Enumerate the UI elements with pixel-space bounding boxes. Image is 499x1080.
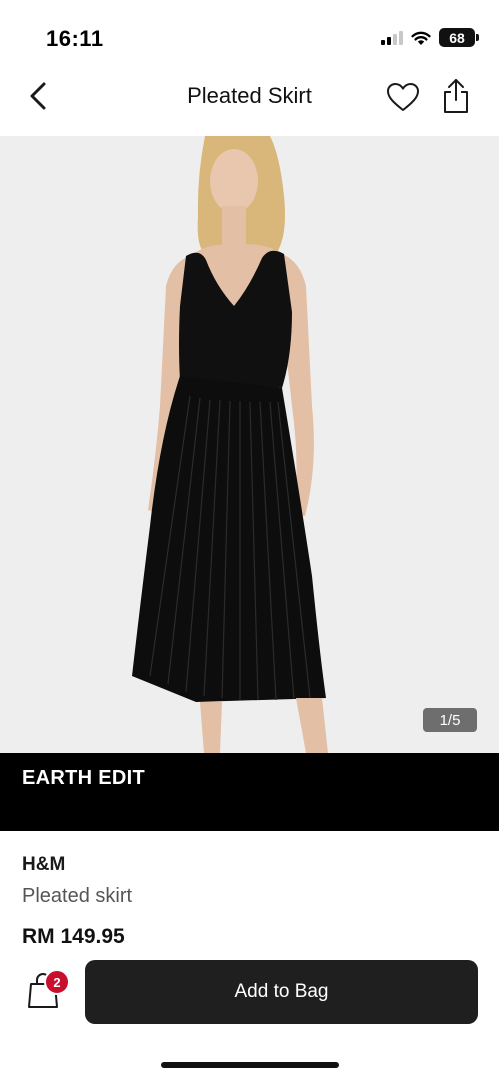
status-time: 16:11 <box>46 26 104 51</box>
heart-icon <box>387 83 419 111</box>
signal-icon <box>381 30 403 45</box>
status-bar: 16:11 68 <box>0 0 499 66</box>
add-to-bag-button[interactable]: Add to Bag <box>85 960 478 1024</box>
image-page-indicator: 1/5 <box>423 708 477 732</box>
wifi-icon <box>411 31 431 45</box>
product-brand: H&M <box>22 854 66 875</box>
home-indicator[interactable] <box>161 1062 339 1068</box>
status-icons: 68 <box>381 28 479 47</box>
bag-count-badge: 2 <box>44 969 70 995</box>
wishlist-button[interactable] <box>384 78 422 116</box>
share-icon <box>444 79 468 113</box>
product-image-gallery[interactable]: 1/5 <box>0 136 499 753</box>
nav-bar: Pleated Skirt <box>0 66 499 136</box>
product-photo <box>132 136 328 753</box>
product-price: RM 149.95 <box>22 925 125 948</box>
battery-icon: 68 <box>439 28 479 47</box>
product-detail-screen: 16:11 68 Pleated Skirt 1/5 EARTH EDIT H&… <box>0 0 499 1080</box>
collection-banner[interactable]: EARTH EDIT <box>0 753 499 831</box>
collection-banner-text: EARTH EDIT <box>22 767 145 789</box>
share-button[interactable] <box>438 76 474 116</box>
page-title: Pleated Skirt <box>187 83 312 108</box>
product-name: Pleated skirt <box>22 885 133 907</box>
